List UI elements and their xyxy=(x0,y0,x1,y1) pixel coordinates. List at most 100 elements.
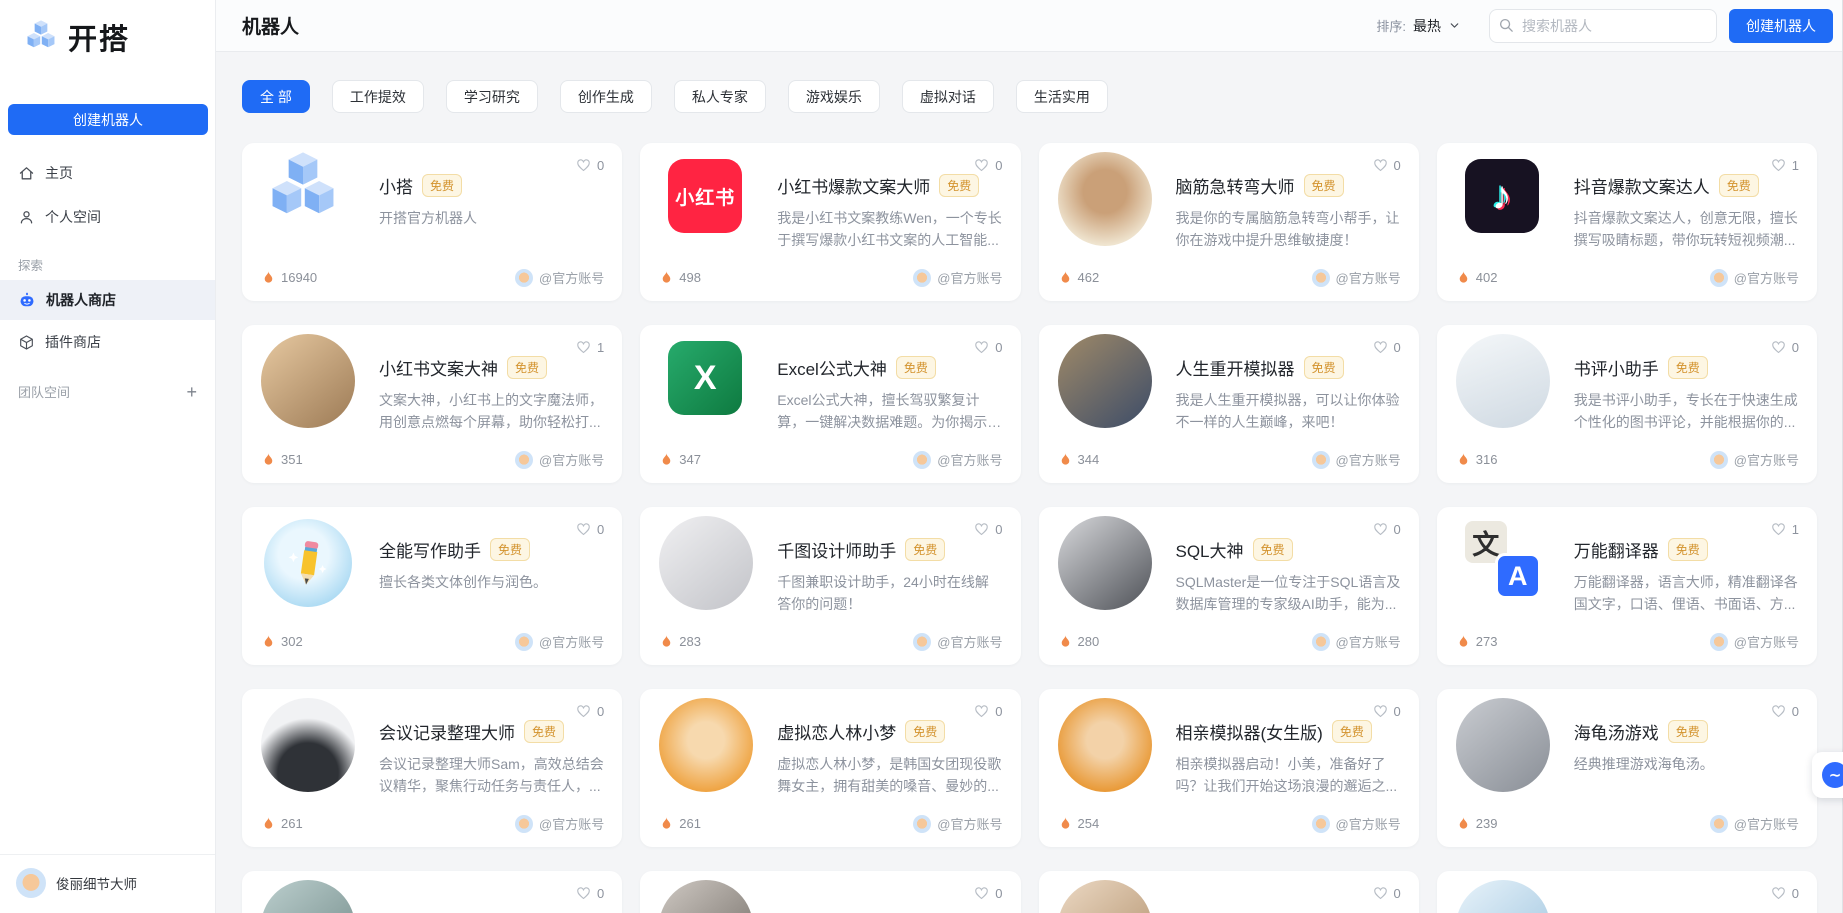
likes-count: 0 xyxy=(995,886,1002,901)
search-input[interactable] xyxy=(1489,9,1717,43)
bot-description: 我是人生重开模拟器，可以让你体验不一样的人生巅峰，来吧！ xyxy=(1176,390,1401,433)
likes-count: 0 xyxy=(1394,522,1401,537)
author-name: @官方账号 xyxy=(937,450,1002,469)
heart-icon xyxy=(1771,340,1786,355)
flame-icon xyxy=(262,452,275,467)
bot-avatar xyxy=(659,698,753,792)
likes-counter: 0 xyxy=(974,704,1002,719)
bot-card[interactable]: X 0 Excel公式大神 免费 Excel公式大神，擅长驾驭繁复计算，一键解决… xyxy=(640,325,1020,483)
filter-chip[interactable]: 游戏娱乐 xyxy=(788,80,880,113)
heat-counter: 302 xyxy=(262,634,303,649)
flame-icon xyxy=(1059,816,1072,831)
bot-card[interactable]: 0 虚拟恋人林小梦 免费 虚拟恋人林小梦，是韩国女团现役歌舞女主，拥有甜美的嗓音… xyxy=(640,689,1020,847)
flame-icon xyxy=(1457,634,1470,649)
bot-card[interactable]: 0 SQL大神 免费 SQLMaster是一位专注于SQL语言及数据库管理的专家… xyxy=(1039,507,1419,665)
sort-dropdown[interactable]: 排序: 最热 xyxy=(1376,16,1461,36)
bot-description: 经典推理游戏海龟汤。 xyxy=(1574,754,1799,776)
likes-counter: 0 xyxy=(974,340,1002,355)
filter-chip[interactable]: 虚拟对话 xyxy=(902,80,994,113)
heat-count: 283 xyxy=(679,634,701,649)
heat-count: 316 xyxy=(1476,452,1498,467)
bot-card[interactable]: 0 xyxy=(1039,871,1419,913)
author-name: @官方账号 xyxy=(539,268,604,287)
sidebar-item-home[interactable]: 主页 xyxy=(0,151,215,195)
bot-card[interactable]: 0 相亲模拟器(女生版) 免费 相亲模拟器启动！小美，准备好了吗？让我们开始这场… xyxy=(1039,689,1419,847)
bot-title: 虚拟恋人林小梦 xyxy=(777,719,896,744)
bot-card[interactable]: 0 全能写作助手 免费 擅长各类文体创作与润色。 302 @官方账号 xyxy=(242,507,622,665)
filter-chip[interactable]: 私人专家 xyxy=(674,80,766,113)
bot-avatar xyxy=(659,880,753,913)
bot-description: 万能翻译器，语言大师，精准翻译各国文字，口语、俚语、书面语、方... xyxy=(1574,572,1799,615)
likes-count: 0 xyxy=(1394,704,1401,719)
likes-counter: 1 xyxy=(1771,522,1799,537)
bot-card[interactable]: 0 脑筋急转弯大师 免费 我是你的专属脑筋急转弯小帮手，让你在游戏中提升思维敏捷… xyxy=(1039,143,1419,301)
filter-chip[interactable]: 创作生成 xyxy=(560,80,652,113)
bot-card[interactable]: 文A 1 万能翻译器 免费 万能翻译器，语言大师，精准翻译各国文字，口语、俚语、… xyxy=(1437,507,1817,665)
user-profile-row[interactable]: 俊丽细节大师 xyxy=(0,854,215,913)
bot-card[interactable]: 0 书评小助手 免费 我是书评小助手，专长在于快速生成个性化的图书评论，并能根据… xyxy=(1437,325,1817,483)
sidebar-item-label: 个人空间 xyxy=(45,207,101,227)
likes-count: 0 xyxy=(995,158,1002,173)
author-name: @官方账号 xyxy=(1336,268,1401,287)
bot-card[interactable]: 0 xyxy=(1437,871,1817,913)
flame-icon xyxy=(1457,270,1470,285)
bot-card[interactable]: 0 xyxy=(242,871,622,913)
floating-helper-button[interactable]: ∼ xyxy=(1812,752,1843,798)
author-badge: @官方账号 xyxy=(1710,450,1799,469)
sort-label: 排序: xyxy=(1376,16,1406,35)
author-badge: @官方账号 xyxy=(515,450,604,469)
heart-icon xyxy=(974,704,989,719)
translate-target-glyph: A xyxy=(1495,553,1541,599)
avatar-glyph: X xyxy=(694,359,717,398)
bot-avatar xyxy=(1058,516,1152,610)
filter-chip[interactable]: 生活实用 xyxy=(1016,80,1108,113)
bot-title: SQL大神 xyxy=(1176,537,1244,562)
likes-counter: 0 xyxy=(576,522,604,537)
bot-description: 虚拟恋人林小梦，是韩国女团现役歌舞女主，拥有甜美的嗓音、曼妙的... xyxy=(777,754,1002,797)
bot-card[interactable]: 0 千图设计师助手 免费 千图兼职设计助手，24小时在线解答你的问题！ 283 … xyxy=(640,507,1020,665)
author-badge: @官方账号 xyxy=(1710,268,1799,287)
bot-title: 全能写作助手 xyxy=(379,537,481,562)
create-bot-button-sidebar[interactable]: 创建机器人 xyxy=(8,104,208,135)
team-space-row: 团队空间 + xyxy=(0,382,215,401)
bot-card[interactable]: 1 小红书文案大神 免费 文案大神，小红书上的文字魔法师，用创意点燃每个屏幕，助… xyxy=(242,325,622,483)
create-bot-button-top[interactable]: 创建机器人 xyxy=(1729,9,1833,43)
heat-counter: 283 xyxy=(660,634,701,649)
author-avatar-icon xyxy=(515,633,533,651)
likes-counter: 0 xyxy=(1373,340,1401,355)
bot-card[interactable]: 0 小搭 免费 开搭官方机器人 16940 @官方账号 xyxy=(242,143,622,301)
bot-card[interactable]: 0 海龟汤游戏 免费 经典推理游戏海龟汤。 239 @官方账号 xyxy=(1437,689,1817,847)
author-avatar-icon xyxy=(913,269,931,287)
bot-card[interactable]: 小红书 0 小红书爆款文案大师 免费 我是小红书文案教练Wen，一个专长于撰写爆… xyxy=(640,143,1020,301)
cubes-logo-icon xyxy=(260,147,346,233)
author-badge: @官方账号 xyxy=(1710,814,1799,833)
bot-card[interactable]: 0 会议记录整理大师 免费 会议记录整理大师Sam，高效总结会议精华，聚焦行动任… xyxy=(242,689,622,847)
heat-count: 462 xyxy=(1078,270,1100,285)
sidebar-item-personal-space[interactable]: 个人空间 xyxy=(0,195,215,239)
cubes-logo-icon xyxy=(22,18,60,56)
flame-icon xyxy=(1059,634,1072,649)
content: 全 部工作提效学习研究创作生成私人专家游戏娱乐虚拟对话生活实用 0 小搭 xyxy=(216,80,1843,913)
bot-card[interactable]: 0 人生重开模拟器 免费 我是人生重开模拟器，可以让你体验不一样的人生巅峰，来吧… xyxy=(1039,325,1419,483)
bot-title: 书评小助手 xyxy=(1574,355,1659,380)
flame-icon xyxy=(660,452,673,467)
heart-icon xyxy=(974,158,989,173)
heat-count: 344 xyxy=(1078,452,1100,467)
heart-icon xyxy=(1373,340,1388,355)
sidebar-item-plugin-store[interactable]: 插件商店 xyxy=(0,320,215,364)
add-team-button[interactable]: + xyxy=(186,383,197,401)
author-name: @官方账号 xyxy=(539,814,604,833)
author-badge: @官方账号 xyxy=(913,450,1002,469)
filter-chip[interactable]: 工作提效 xyxy=(332,80,424,113)
bot-card[interactable]: ♪ 1 抖音爆款文案达人 免费 抖音爆款文案达人，创意无限，擅长撰写吸睛标题，带… xyxy=(1437,143,1817,301)
bot-description: 我是你的专属脑筋急转弯小帮手，让你在游戏中提升思维敏捷度！ xyxy=(1176,208,1401,251)
heart-icon xyxy=(576,522,591,537)
likes-count: 0 xyxy=(1394,158,1401,173)
bot-card[interactable]: 0 xyxy=(640,871,1020,913)
likes-count: 0 xyxy=(1394,340,1401,355)
sidebar-item-label: 机器人商店 xyxy=(46,290,116,310)
filter-chip[interactable]: 学习研究 xyxy=(446,80,538,113)
author-avatar-icon xyxy=(1710,451,1728,469)
sidebar-item-robot-store[interactable]: 机器人商店 xyxy=(0,280,215,320)
filter-chip[interactable]: 全 部 xyxy=(242,80,310,113)
